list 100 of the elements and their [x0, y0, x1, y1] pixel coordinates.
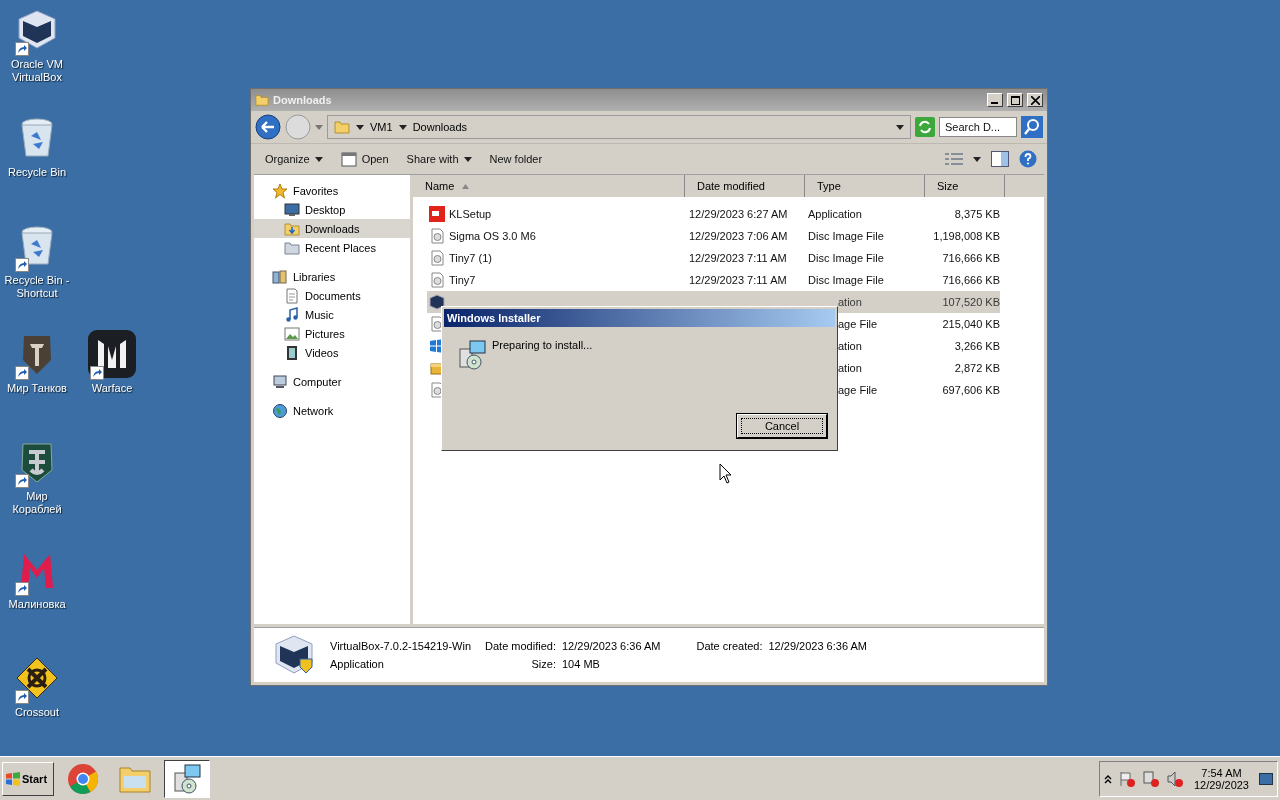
minimize-button[interactable]	[987, 93, 1003, 107]
desktop-shortcut[interactable]	[87, 330, 137, 380]
column-header[interactable]: Type	[805, 175, 925, 197]
star-icon	[272, 182, 288, 199]
file-row[interactable]: KLSetup 12/29/2023 6:27 AM Application 8,375 KB	[427, 203, 1000, 225]
windows-logo-icon	[6, 771, 20, 786]
breadcrumb[interactable]: VM1	[370, 121, 393, 133]
type-cell-text: age File	[837, 318, 879, 330]
file-type: Application	[330, 658, 385, 670]
nav-item[interactable]: Videos	[254, 343, 410, 362]
nav-item[interactable]: Libraries	[254, 267, 410, 286]
column-header[interactable]: Size	[925, 175, 1005, 197]
application-icon	[429, 206, 445, 222]
shortcut-arrow-icon	[15, 42, 29, 56]
clock[interactable]: 7:54 AM 12/29/2023	[1189, 766, 1253, 791]
cursor-icon	[719, 463, 732, 484]
type-cell-text: ation	[837, 362, 863, 374]
refresh-button[interactable]	[915, 117, 935, 137]
address-bar[interactable]: VM1 Downloads	[327, 115, 911, 139]
preview-pane-icon[interactable]	[991, 151, 1009, 167]
size-cell-text: 697,606 KB	[941, 384, 1000, 396]
field-label: Date modified:	[485, 640, 556, 652]
shortcut-arrow-icon	[15, 690, 29, 704]
file-name: Sigma OS 3.0 M6	[449, 230, 537, 242]
toolbar-button[interactable]: Share with	[402, 151, 476, 167]
field-label: Date created:	[696, 640, 763, 652]
folder-icon	[334, 119, 350, 135]
help-icon[interactable]	[1019, 150, 1037, 168]
shortcut-arrow-icon	[15, 366, 29, 380]
search-field[interactable]: Search D...	[939, 117, 1017, 137]
field-value: 12/29/2023 6:36 AM	[562, 640, 661, 652]
chrome-icon	[67, 762, 99, 795]
library-icon	[272, 268, 288, 285]
taskbar-button[interactable]	[164, 759, 210, 798]
type-cell-text: ation	[837, 296, 863, 308]
document-icon	[284, 287, 300, 304]
cube-icon	[429, 294, 445, 310]
toolbar-button[interactable]: Open	[336, 149, 393, 169]
file-row[interactable]: Sigma OS 3.0 M6 12/29/2023 7:06 AM Disc Image File 1,198,008 KB	[427, 225, 1000, 247]
size-cell-text: 215,040 KB	[941, 318, 1000, 330]
nav-item[interactable]: Favorites	[254, 181, 410, 200]
close-button[interactable]	[1027, 93, 1043, 107]
cancel-button[interactable]: Cancel	[737, 414, 827, 438]
field-label: Size:	[530, 658, 556, 670]
nav-item[interactable]: Desktop	[254, 200, 410, 219]
caret-icon	[356, 124, 364, 130]
breadcrumb[interactable]: Downloads	[412, 121, 468, 133]
size-cell-text: 2,872 KB	[953, 362, 1000, 374]
show-desktop-icon[interactable]	[1259, 770, 1273, 787]
music-note-icon	[284, 306, 300, 323]
shortcut-arrow-icon	[15, 582, 29, 596]
back-button[interactable]	[255, 114, 281, 140]
size-cell-text: 8,375 KB	[953, 208, 1000, 220]
column-header[interactable]: Date modified	[685, 175, 805, 197]
chevron-up-icon[interactable]	[1103, 773, 1112, 784]
network-icon[interactable]	[1141, 769, 1160, 788]
caret-icon	[398, 124, 407, 130]
maximize-icon	[1010, 95, 1020, 105]
monitor-icon	[284, 201, 300, 218]
search-icon[interactable]	[1021, 116, 1043, 138]
sort-icon	[462, 183, 470, 189]
speaker-muted-icon[interactable]	[1165, 769, 1184, 788]
picture-icon	[284, 325, 300, 342]
window-title: Downloads	[273, 94, 333, 106]
disc-image-icon	[429, 228, 445, 244]
nav-item[interactable]: Music	[254, 305, 410, 324]
column-header[interactable]: Name	[413, 175, 685, 197]
shortcut-arrow-icon	[15, 258, 29, 272]
nav-item[interactable]: Network	[254, 401, 410, 420]
size-cell-text: 107,520 KB	[941, 296, 1000, 308]
film-icon	[284, 344, 300, 361]
size-cell-text: 1,198,008 KB	[932, 230, 1000, 242]
disc-image-icon	[429, 272, 445, 288]
maximize-button[interactable]	[1007, 93, 1023, 107]
nav-item[interactable]: Recent Places	[254, 238, 410, 257]
caret-icon	[463, 156, 472, 162]
dialog-message: Preparing to install...	[492, 339, 593, 353]
file-row[interactable]: Tiny7 12/29/2023 7:11 AM Disc Image File 716,666 KB	[427, 269, 1000, 291]
desktop-icon-label: Oracle VM VirtualBox	[11, 58, 63, 84]
date-cell-text: 12/29/2023 7:11 AM	[688, 252, 788, 264]
size-cell-text: 716,666 KB	[941, 252, 1000, 264]
field-value: 12/29/2023 6:36 AM	[768, 640, 867, 652]
nav-item[interactable]: Pictures	[254, 324, 410, 343]
disc-image-icon	[429, 250, 445, 266]
file-row[interactable]: Tiny7 (1) 12/29/2023 7:11 AM Disc Image File 716,666 KB	[427, 247, 1000, 269]
caret-icon	[314, 156, 323, 162]
desktop-icon-label: Crossout	[15, 706, 59, 719]
dialog-title: Windows Installer	[444, 309, 835, 327]
flag-icon[interactable]	[1117, 769, 1136, 788]
folder-icon	[284, 220, 300, 237]
toolbar-button[interactable]: Organize	[261, 151, 327, 167]
nav-item[interactable]: Downloads	[254, 219, 410, 238]
toolbar-button[interactable]: New folder	[485, 151, 547, 167]
type-cell-text: Application	[807, 208, 863, 220]
date-cell-text: 12/29/2023 7:06 AM	[688, 230, 789, 242]
type-cell-text: Disc Image File	[807, 230, 885, 242]
nav-item[interactable]: Computer	[254, 372, 410, 391]
date-cell-text: 12/29/2023 7:11 AM	[688, 274, 788, 286]
start-button[interactable]: Start	[2, 761, 54, 796]
nav-item[interactable]: Documents	[254, 286, 410, 305]
